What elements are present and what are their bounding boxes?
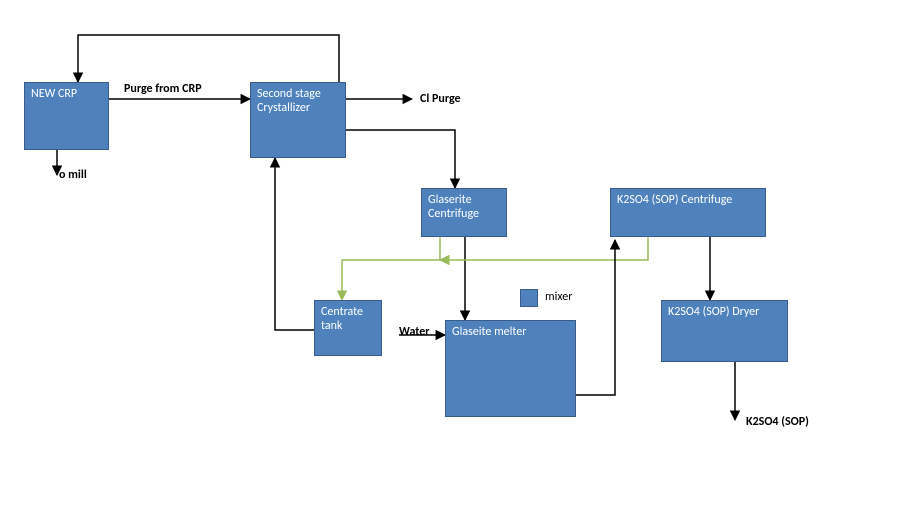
box-mixer [520,289,538,307]
box-glaserite-centrifuge-label: Glaserite Centrifuge [428,193,479,221]
label-purge-from-crp: Purge from CRP [124,82,202,96]
box-k2so4-centrifuge-label: K2SO4 (SOP) Centrifuge [617,193,732,207]
box-glaserite-centrifuge: Glaserite Centrifuge [421,188,507,237]
label-to-mill: o mill [59,168,87,182]
box-k2so4-centrifuge: K2SO4 (SOP) Centrifuge [610,188,766,237]
box-centrate-tank: Centrate tank [314,300,382,356]
label-mixer: mixer [545,290,572,304]
label-k2so4-sop: K2SO4 (SOP) [746,415,809,429]
box-glaseite-melter: Glaseite melter [445,320,576,417]
label-water: Water [399,325,430,339]
box-new-crp: NEW CRP [24,82,109,150]
box-k2so4-dryer: K2SO4 (SOP) Dryer [661,300,788,362]
box-new-crp-label: NEW CRP [31,87,77,101]
box-k2so4-dryer-label: K2SO4 (SOP) Dryer [668,305,759,319]
box-centrate-tank-label: Centrate tank [321,305,363,333]
label-cl-purge: Cl Purge [420,92,461,106]
box-glaseite-melter-label: Glaseite melter [452,325,526,339]
box-second-stage: Second stage Crystallizer [250,82,346,158]
connector-canvas [0,0,909,510]
box-second-stage-label: Second stage Crystallizer [257,87,321,115]
